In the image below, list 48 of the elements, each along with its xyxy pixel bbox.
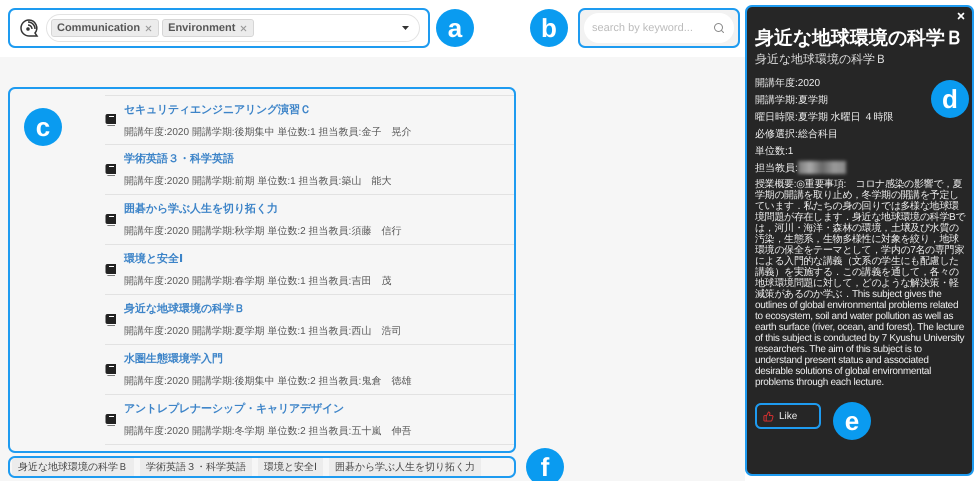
course-title-link[interactable]: セキュリティエンジニアリング演習Ｃ bbox=[124, 102, 412, 116]
detail-title: 身近な地球環境の科学Ｂ bbox=[755, 26, 965, 51]
callout-label: e bbox=[833, 402, 871, 440]
chat-signal-icon bbox=[18, 17, 40, 39]
search-field[interactable]: search by keyword... bbox=[584, 13, 734, 43]
course-meta: 開講年度:2020 開講学期:後期集中 単位数:2 担当教員:鬼倉 徳雄 bbox=[124, 374, 412, 388]
filter-tag[interactable]: Environment bbox=[162, 19, 254, 37]
book-icon bbox=[105, 314, 116, 326]
book-icon bbox=[105, 214, 116, 226]
course-title-link[interactable]: 水圏生態環境学入門 bbox=[124, 351, 412, 366]
history-tab[interactable]: 囲碁から学ぶ人生を切り拓く力 bbox=[328, 458, 481, 476]
course-meta: 開講年度:2020 開講学期:秋学期 単位数:2 担当教員:須藤 信行 bbox=[124, 224, 402, 238]
like-button[interactable]: Like bbox=[755, 403, 821, 429]
history-tab[interactable]: 環境と安全Ⅰ bbox=[258, 458, 323, 476]
detail-field: 開講学期:夏学期 bbox=[755, 91, 828, 108]
detail-field: 担当教員: bbox=[755, 160, 798, 174]
course-meta: 開講年度:2020 開講学期:後期集中 単位数:1 担当教員:金子 晃介 bbox=[124, 126, 412, 138]
book-icon bbox=[105, 264, 116, 276]
detail-field: 必修選択:総合科目 bbox=[755, 125, 838, 142]
remove-icon[interactable] bbox=[144, 24, 154, 32]
book-icon bbox=[105, 414, 116, 426]
thumbs-up-icon bbox=[763, 410, 774, 422]
search-icon[interactable] bbox=[713, 22, 725, 34]
detail-field: 開講年度:2020 bbox=[755, 74, 820, 91]
book-icon bbox=[105, 364, 116, 376]
course-meta: 開講年度:2020 開講学期:春学期 単位数:1 担当教員:吉田 茂 bbox=[124, 274, 392, 288]
book-icon bbox=[105, 164, 116, 176]
course-meta: 開講年度:2020 開講学期:冬学期 単位数:2 担当教員:五十嵐 伸吾 bbox=[124, 424, 412, 438]
tag-select[interactable]: Communication Environment bbox=[46, 14, 420, 42]
caret-icon[interactable] bbox=[402, 26, 409, 30]
course-meta: 開講年度:2020 開講学期:夏学期 単位数:1 担当教員:西山 浩司 bbox=[124, 324, 402, 338]
course-title-link[interactable]: 学術英語３・科学英語 bbox=[124, 151, 392, 166]
course-meta: 開講年度:2020 開講学期:前期 単位数:1 担当教員:築山 能大 bbox=[124, 174, 392, 188]
course-title-link[interactable]: 囲碁から学ぶ人生を切り拓く力 bbox=[124, 201, 402, 216]
close-button[interactable] bbox=[956, 11, 966, 21]
course-description: 授業概要:◎重要事項: コロナ感染の影響で，夏学期の開講を取り止め，冬学期の開講を予定しています．私たちの身の回りでは多様な地球環境問題が存在します．身近な地球環境の科学Bでは，河川・海洋・森林の環境，土壌及び水質の汚染，生態系，生物多様性に対象を絞り，地球環境の保全をテーマとして，学内の7名の専門家による入門的な講義（文系の学生にも配慮した講義）を実施する．この講義を通して，各々の地球環境問題に対して，どのような解決策・軽減策があるのか学ぶ．This subject gives the outlines of global environmental problems related to ecosystem, soil and water pollution as well as earth surface (river, ocean, and forest). The lecture of this subject is conducted by 7 Kyushu University researchers. The aim of this subject is to understand present status and associated desirable solutions of global environmental problems through each lecture. bbox=[755, 179, 966, 388]
book-icon bbox=[105, 114, 116, 126]
filter-tag[interactable]: Communication bbox=[51, 19, 160, 37]
course-title-link[interactable]: アントレプレナーシップ・キャリアデザイン bbox=[124, 401, 412, 416]
course-title-link[interactable]: 環境と安全Ⅰ bbox=[124, 251, 392, 266]
course-title-link[interactable]: 身近な地球環境の科学Ｂ bbox=[124, 301, 402, 316]
detail-field: 曜日時限:夏学期 水曜日 ４時限 bbox=[755, 108, 894, 125]
history-tab[interactable]: 身近な地球環境の科学Ｂ bbox=[12, 458, 134, 476]
detail-field: 単位数:1 bbox=[755, 142, 794, 159]
blurred-name bbox=[798, 161, 846, 174]
remove-icon[interactable] bbox=[239, 24, 248, 32]
detail-subtitle: 身近な地球環境の科学Ｂ bbox=[755, 51, 888, 68]
history-tab[interactable]: 学術英語３・科学英語 bbox=[140, 458, 252, 476]
